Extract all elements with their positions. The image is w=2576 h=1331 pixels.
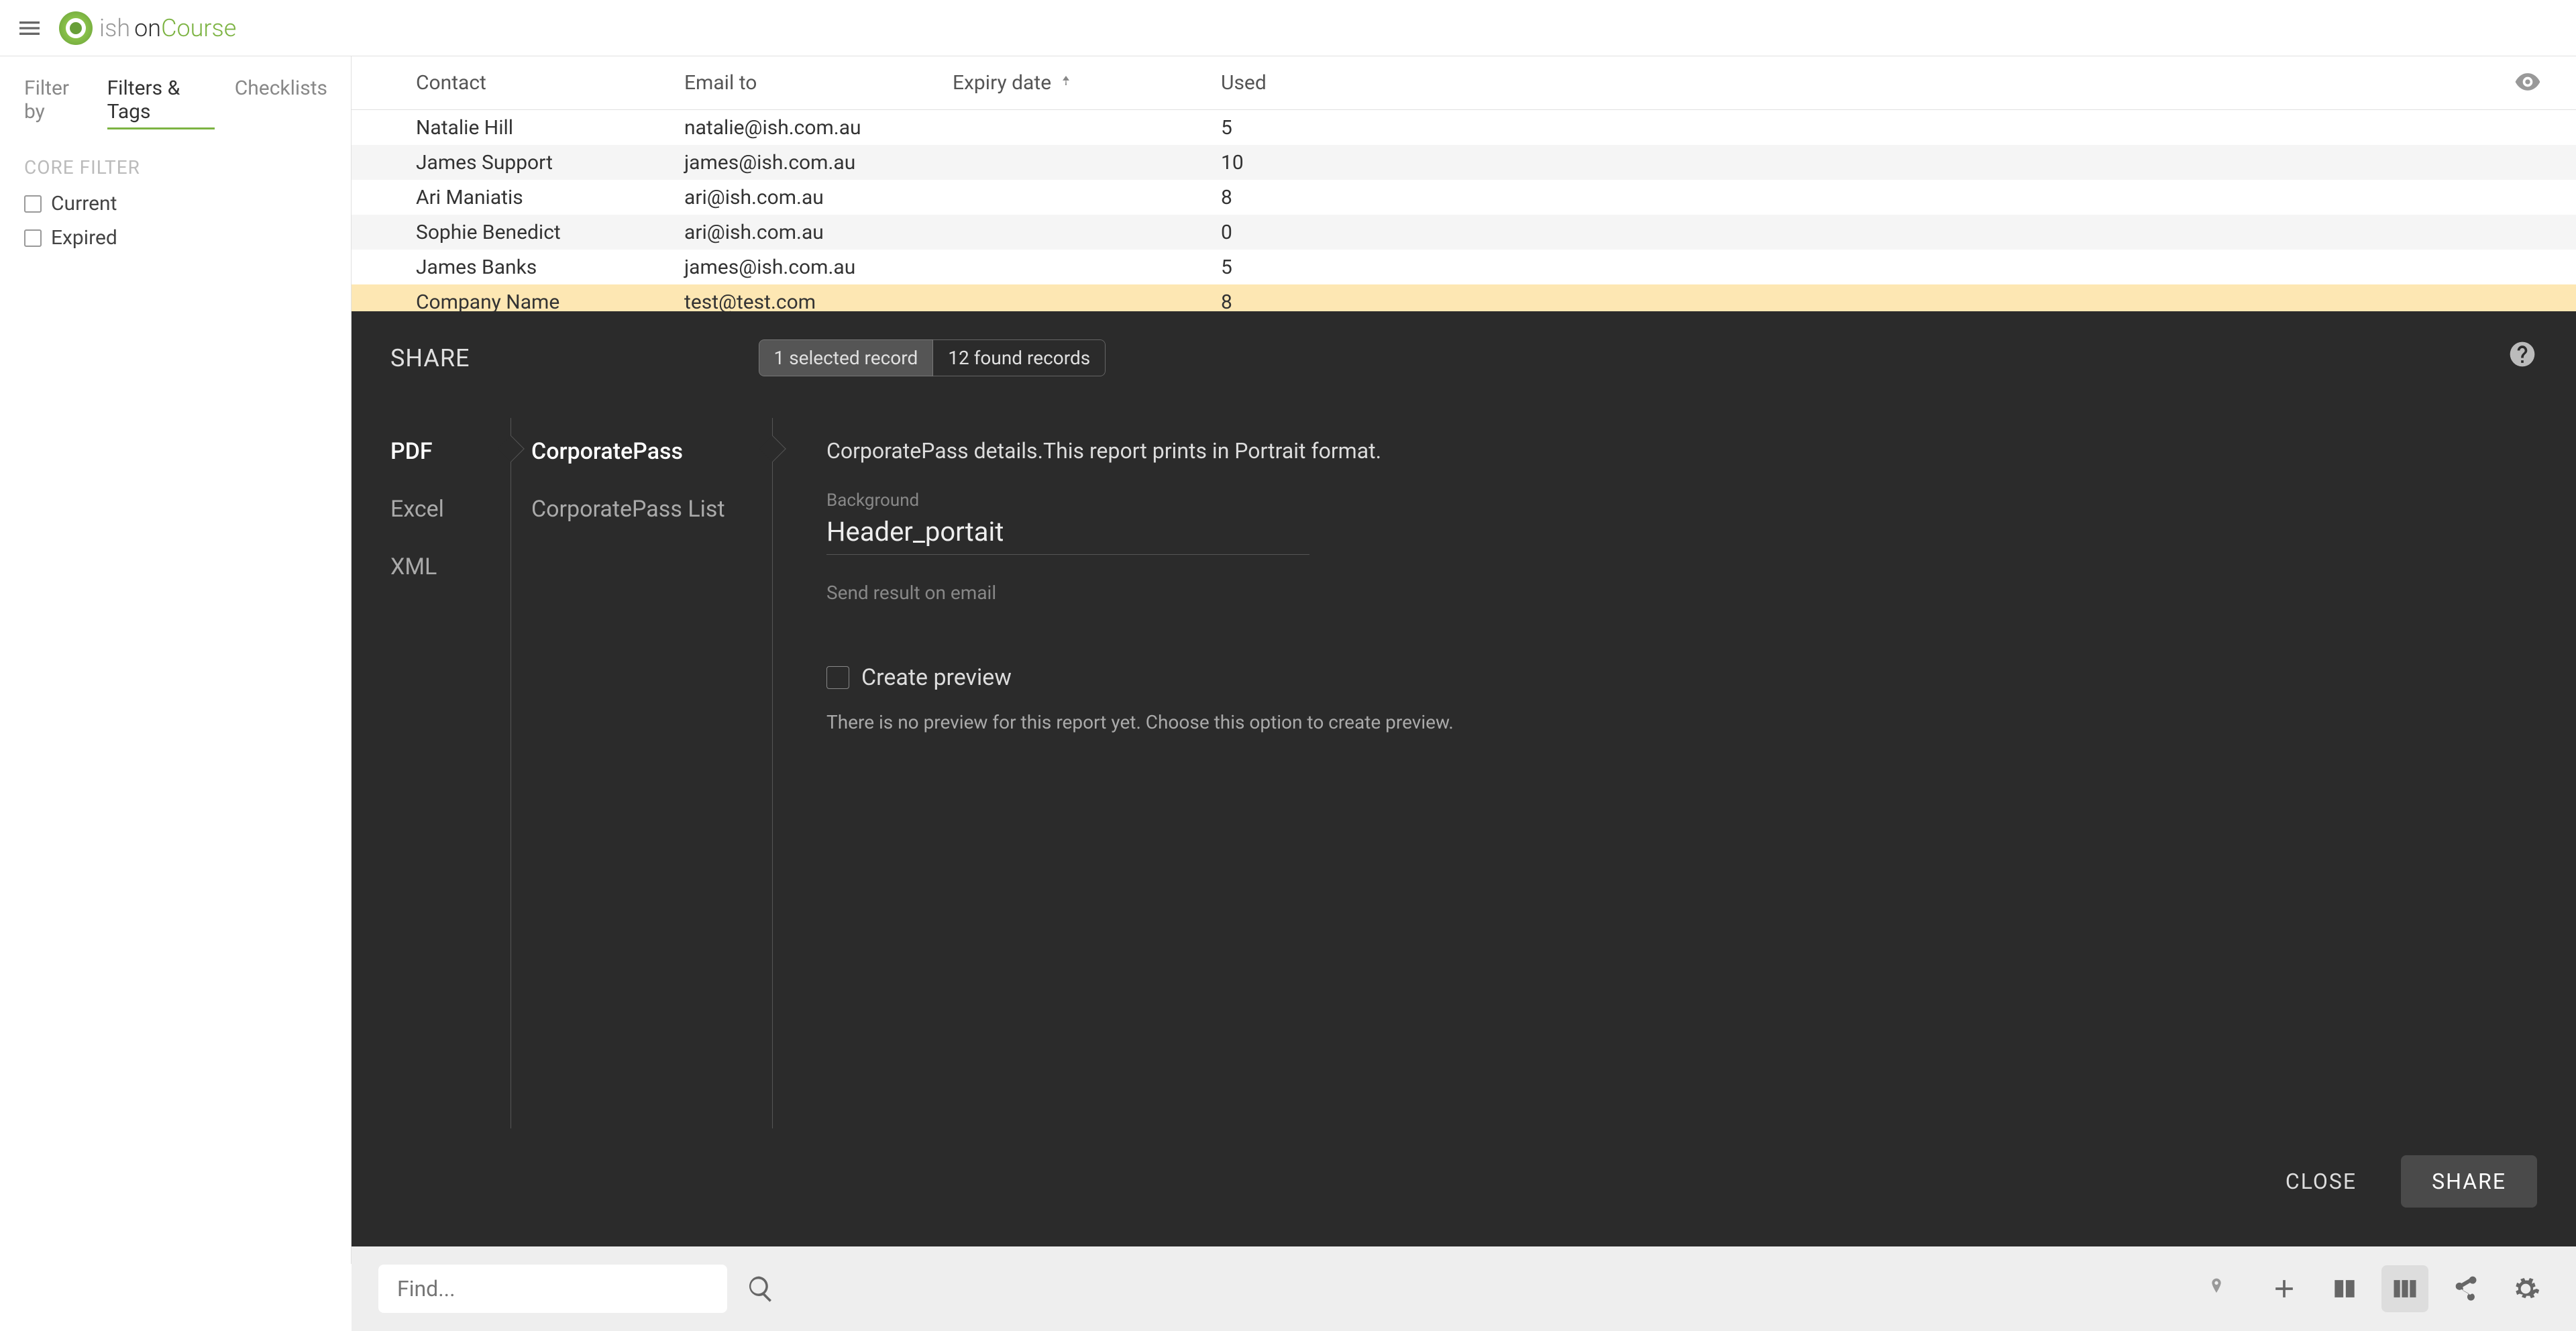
table-row[interactable]: Sophie Benedictari@ish.com.au 0 [352,215,2576,250]
background-field-label: Background [826,490,2537,511]
logo[interactable]: ish on Course [59,11,236,45]
report-column: CorporatePass CorporatePass List [511,418,773,1155]
column-header-expiry[interactable]: Expiry date [953,71,1221,95]
report-description: CorporatePass details.This report prints… [826,438,2537,464]
filter-expired-checkbox[interactable]: Expired [24,226,327,250]
cell-email: ari@ish.com.au [684,221,953,244]
help-icon[interactable] [2508,339,2537,372]
format-xml[interactable]: XML [390,553,511,580]
checkbox-icon [826,666,849,689]
cell-used: 8 [1221,186,1355,209]
bottom-toolbar [352,1246,2576,1331]
column-visibility-icon[interactable] [2513,67,2542,99]
table-header: Contact Email to Expiry date Used [352,56,2576,110]
filter-sidebar: Filter by Filters & Tags Checklists CORE… [0,56,352,1264]
cell-contact: Natalie Hill [416,116,684,140]
column-header-expiry-label: Expiry date [953,71,1051,95]
table-row[interactable]: James Supportjames@ish.com.au 10 [352,145,2576,180]
modal-footer: CLOSE SHARE [352,1155,2576,1246]
logo-text-course: Course [161,14,236,42]
table-row[interactable]: Natalie Hillnatalie@ish.com.au 5 [352,110,2576,145]
format-pdf[interactable]: PDF [390,438,511,465]
tab-filter-by[interactable]: Filter by [24,76,87,129]
share-icon[interactable] [2442,1265,2489,1312]
create-preview-label: Create preview [861,664,1012,691]
cell-contact: Company Name [416,290,684,314]
cell-email: natalie@ish.com.au [684,116,953,140]
send-email-label: Send result on email [826,582,2537,604]
toggle-found-records[interactable]: 12 found records [933,339,1106,376]
cell-used: 10 [1221,151,1355,174]
format-excel[interactable]: Excel [390,496,511,523]
search-icon[interactable] [741,1269,781,1309]
record-scope-toggle: 1 selected record 12 found records [759,339,1106,376]
checkbox-icon [24,195,42,213]
core-filter-heading: CORE FILTER [24,156,327,178]
hamburger-menu-icon[interactable] [13,12,46,44]
cell-contact: James Banks [416,256,684,279]
report-corporatepass-list[interactable]: CorporatePass List [531,496,773,523]
modal-title: SHARE [390,344,470,372]
column-header-email[interactable]: Email to [684,71,953,95]
cell-used: 8 [1221,290,1355,314]
share-button[interactable]: SHARE [2401,1155,2537,1208]
filter-current-checkbox[interactable]: Current [24,192,327,215]
cell-email: ari@ish.com.au [684,186,953,209]
preview-hint-text: There is no preview for this report yet.… [826,711,2537,733]
filter-tabs: Filter by Filters & Tags Checklists [24,76,327,129]
pin-icon[interactable] [2206,1277,2227,1301]
report-corporatepass[interactable]: CorporatePass [531,438,773,465]
cell-used: 5 [1221,256,1355,279]
logo-text-ish: ish [99,14,130,42]
tab-filters-tags[interactable]: Filters & Tags [107,76,215,129]
modal-header: SHARE 1 selected record 12 found records [352,311,2576,405]
toggle-selected-records[interactable]: 1 selected record [759,339,934,376]
report-details-column: CorporatePass details.This report prints… [773,418,2537,1155]
share-modal: SHARE 1 selected record 12 found records… [352,311,2576,1246]
table-row[interactable]: Ari Maniatisari@ish.com.au 8 [352,180,2576,215]
modal-body: PDF Excel XML CorporatePass CorporatePas… [352,405,2576,1155]
sort-asc-icon [1058,71,1074,95]
logo-mark-icon [59,11,93,45]
cell-email: james@ish.com.au [684,256,953,279]
cell-used: 5 [1221,116,1355,140]
add-icon[interactable] [2261,1265,2308,1312]
cell-contact: Sophie Benedict [416,221,684,244]
view-two-column-icon[interactable] [2321,1265,2368,1312]
filter-current-label: Current [51,192,117,215]
create-preview-checkbox[interactable]: Create preview [826,664,2537,691]
cell-email: test@test.com [684,290,953,314]
cell-contact: Ari Maniatis [416,186,684,209]
close-button[interactable]: CLOSE [2261,1155,2381,1208]
cell-used: 0 [1221,221,1355,244]
column-header-contact[interactable]: Contact [416,71,684,95]
tab-checklists[interactable]: Checklists [235,76,327,129]
background-field-value[interactable]: Header_portait [826,516,1309,555]
logo-text-on: on [134,14,161,42]
top-bar: ish on Course [0,0,2576,56]
cell-contact: James Support [416,151,684,174]
view-three-column-icon[interactable] [2381,1265,2428,1312]
gear-icon[interactable] [2502,1265,2549,1312]
column-header-used[interactable]: Used [1221,71,1355,95]
checkbox-icon [24,229,42,247]
cell-email: james@ish.com.au [684,151,953,174]
filter-expired-label: Expired [51,226,117,250]
search-input[interactable] [378,1265,727,1313]
table-row[interactable]: James Banksjames@ish.com.au 5 [352,250,2576,284]
format-column: PDF Excel XML [390,418,511,1155]
